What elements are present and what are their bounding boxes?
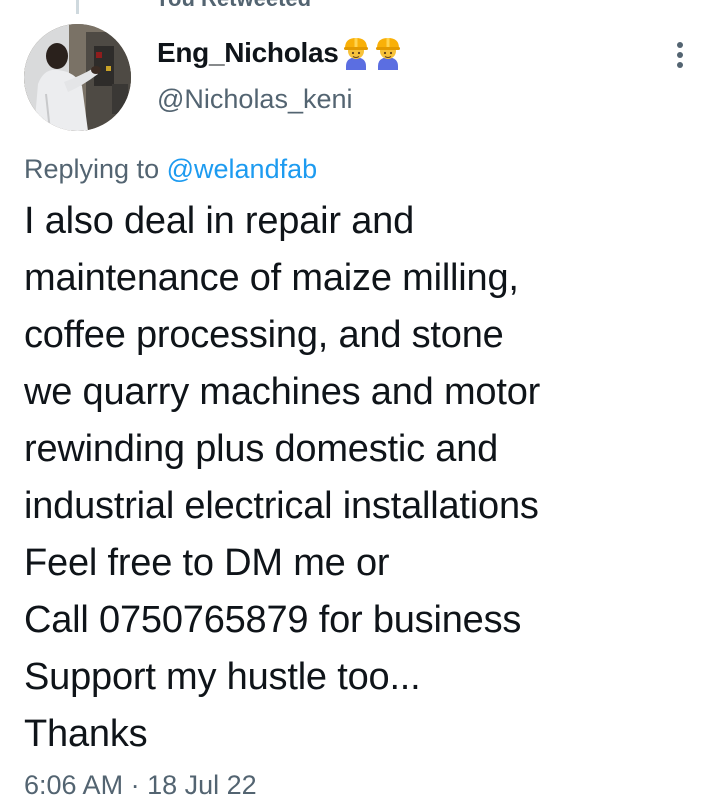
tweet-text-line: industrial electrical installations (24, 485, 539, 527)
tweet-date: 18 Jul 22 (147, 770, 257, 800)
tweet-text-line: maintenance of maize milling, (24, 257, 519, 299)
replying-to-label: Replying to (24, 154, 160, 184)
tweet-timestamp[interactable]: 6:06 AM · 18 Jul 22 (24, 770, 257, 801)
retweet-context: You Retweeted (155, 0, 311, 12)
tweet-text-line: Support my hustle too... (24, 656, 421, 698)
tweet-text-line: coffee processing, and stone (24, 314, 504, 356)
tweet-text-line: I also deal in repair and (24, 200, 415, 242)
tweet-text-line: we quarry machines and motor (24, 371, 541, 413)
timestamp-separator: · (130, 770, 140, 800)
author-name-row[interactable]: Eng_Nicholas (157, 36, 403, 70)
tweet-text-line: Call 0750765879 for business (24, 599, 522, 641)
thread-connector-line (76, 0, 79, 14)
tweet-text-line: rewinding plus domestic and (24, 428, 499, 470)
replying-to-mention-link[interactable]: @welandfab (167, 154, 318, 184)
tweet-text-line: Feel free to DM me or (24, 542, 390, 584)
author-handle[interactable]: @Nicholas_keni (157, 84, 353, 115)
display-name[interactable]: Eng_Nicholas (157, 37, 339, 69)
construction-worker-emoji-icon (373, 36, 403, 70)
tweet-time: 6:06 AM (24, 770, 124, 800)
more-options-icon[interactable] (668, 38, 692, 72)
avatar[interactable] (24, 24, 131, 131)
avatar-photo (24, 24, 131, 131)
tweet-text-line: Thanks (24, 713, 148, 755)
tweet-text: I also deal in repair and maintenance of… (24, 193, 714, 763)
replying-to: Replying to @welandfab (24, 154, 317, 185)
construction-worker-emoji-icon (341, 36, 371, 70)
